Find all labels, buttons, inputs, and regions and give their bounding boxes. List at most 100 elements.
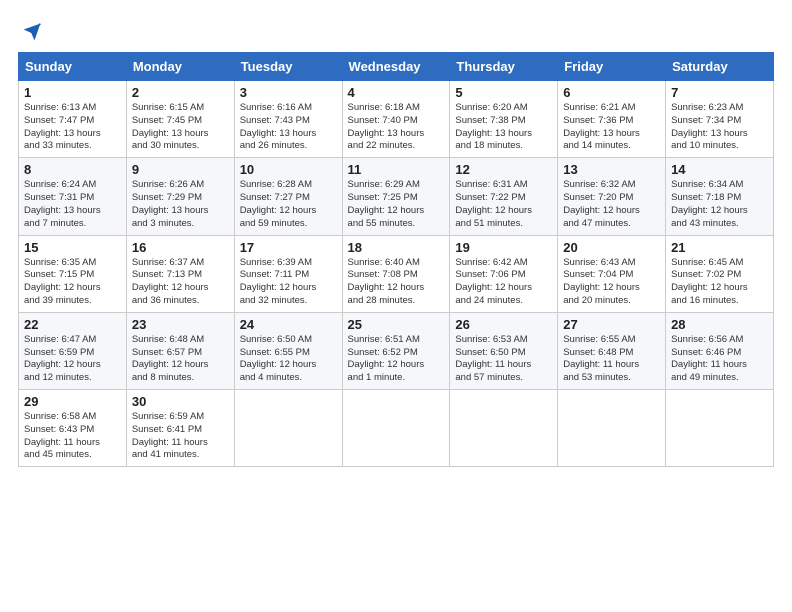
day-number: 10	[240, 162, 337, 177]
cell-info: Sunrise: 6:47 AM Sunset: 6:59 PM Dayligh…	[24, 334, 121, 385]
cell-info: Sunrise: 6:55 AM Sunset: 6:48 PM Dayligh…	[563, 334, 660, 385]
cell-info: Sunrise: 6:40 AM Sunset: 7:08 PM Dayligh…	[348, 257, 445, 308]
calendar-cell: 13 Sunrise: 6:32 AM Sunset: 7:20 PM Dayli…	[558, 158, 666, 235]
header-wednesday: Wednesday	[342, 53, 450, 81]
day-number: 9	[132, 162, 229, 177]
day-number: 3	[240, 85, 337, 100]
calendar-cell: 8 Sunrise: 6:24 AM Sunset: 7:31 PM Daylig…	[19, 158, 127, 235]
header-tuesday: Tuesday	[234, 53, 342, 81]
cell-info: Sunrise: 6:58 AM Sunset: 6:43 PM Dayligh…	[24, 411, 121, 462]
week-row-3: 15 Sunrise: 6:35 AM Sunset: 7:15 PM Dayli…	[19, 235, 774, 312]
day-number: 20	[563, 240, 660, 255]
calendar-cell	[666, 390, 774, 467]
header	[18, 18, 774, 42]
calendar-cell: 22 Sunrise: 6:47 AM Sunset: 6:59 PM Dayli…	[19, 312, 127, 389]
calendar-cell	[450, 390, 558, 467]
day-number: 26	[455, 317, 552, 332]
day-number: 22	[24, 317, 121, 332]
calendar-cell: 10Sunrise: 6:28 AM Sunset: 7:27 PM Dayli…	[234, 158, 342, 235]
calendar-cell: 23Sunrise: 6:48 AM Sunset: 6:57 PM Dayli…	[126, 312, 234, 389]
calendar-cell: 7 Sunrise: 6:23 AM Sunset: 7:34 PM Daylig…	[666, 81, 774, 158]
day-number: 7	[671, 85, 768, 100]
calendar-cell: 26 Sunrise: 6:53 AM Sunset: 6:50 PM Dayli…	[450, 312, 558, 389]
calendar-cell: 15 Sunrise: 6:35 AM Sunset: 7:15 PM Dayli…	[19, 235, 127, 312]
calendar-cell: 27 Sunrise: 6:55 AM Sunset: 6:48 PM Dayli…	[558, 312, 666, 389]
calendar-cell: 28 Sunrise: 6:56 AM Sunset: 6:46 PM Dayli…	[666, 312, 774, 389]
cell-info: Sunrise: 6:51 AM Sunset: 6:52 PM Dayligh…	[348, 334, 445, 385]
day-number: 13	[563, 162, 660, 177]
calendar-cell: 14 Sunrise: 6:34 AM Sunset: 7:18 PM Dayli…	[666, 158, 774, 235]
day-number: 4	[348, 85, 445, 100]
calendar-cell: 5 Sunrise: 6:20 AM Sunset: 7:38 PM Daylig…	[450, 81, 558, 158]
calendar-cell	[342, 390, 450, 467]
day-number: 5	[455, 85, 552, 100]
week-row-4: 22 Sunrise: 6:47 AM Sunset: 6:59 PM Dayli…	[19, 312, 774, 389]
cell-info: Sunrise: 6:50 AM Sunset: 6:55 PM Dayligh…	[240, 334, 337, 385]
cell-info: Sunrise: 6:18 AM Sunset: 7:40 PM Dayligh…	[348, 102, 445, 153]
calendar-cell: 19 Sunrise: 6:42 AM Sunset: 7:06 PM Dayli…	[450, 235, 558, 312]
day-number: 16	[132, 240, 229, 255]
cell-info: Sunrise: 6:26 AM Sunset: 7:29 PM Dayligh…	[132, 179, 229, 230]
calendar-cell: 6Sunrise: 6:21 AM Sunset: 7:36 PM Daylig…	[558, 81, 666, 158]
cell-info: Sunrise: 6:43 AM Sunset: 7:04 PM Dayligh…	[563, 257, 660, 308]
calendar-cell: 29 Sunrise: 6:58 AM Sunset: 6:43 PM Dayli…	[19, 390, 127, 467]
day-number: 23	[132, 317, 229, 332]
calendar-table: SundayMondayTuesdayWednesdayThursdayFrid…	[18, 52, 774, 467]
page: SundayMondayTuesdayWednesdayThursdayFrid…	[0, 0, 792, 612]
cell-info: Sunrise: 6:39 AM Sunset: 7:11 PM Dayligh…	[240, 257, 337, 308]
day-number: 27	[563, 317, 660, 332]
cell-info: Sunrise: 6:42 AM Sunset: 7:06 PM Dayligh…	[455, 257, 552, 308]
day-number: 19	[455, 240, 552, 255]
header-row: SundayMondayTuesdayWednesdayThursdayFrid…	[19, 53, 774, 81]
day-number: 6	[563, 85, 660, 100]
cell-info: Sunrise: 6:59 AM Sunset: 6:41 PM Dayligh…	[132, 411, 229, 462]
calendar-cell	[558, 390, 666, 467]
calendar-cell: 17Sunrise: 6:39 AM Sunset: 7:11 PM Dayli…	[234, 235, 342, 312]
day-number: 30	[132, 394, 229, 409]
calendar-cell: 21Sunrise: 6:45 AM Sunset: 7:02 PM Dayli…	[666, 235, 774, 312]
cell-info: Sunrise: 6:37 AM Sunset: 7:13 PM Dayligh…	[132, 257, 229, 308]
week-row-1: 1 Sunrise: 6:13 AM Sunset: 7:47 PM Daylig…	[19, 81, 774, 158]
calendar-cell: 11 Sunrise: 6:29 AM Sunset: 7:25 PM Dayli…	[342, 158, 450, 235]
day-number: 11	[348, 162, 445, 177]
cell-info: Sunrise: 6:53 AM Sunset: 6:50 PM Dayligh…	[455, 334, 552, 385]
cell-info: Sunrise: 6:29 AM Sunset: 7:25 PM Dayligh…	[348, 179, 445, 230]
day-number: 28	[671, 317, 768, 332]
cell-info: Sunrise: 6:35 AM Sunset: 7:15 PM Dayligh…	[24, 257, 121, 308]
calendar-cell: 25 Sunrise: 6:51 AM Sunset: 6:52 PM Dayli…	[342, 312, 450, 389]
day-number: 14	[671, 162, 768, 177]
week-row-5: 29 Sunrise: 6:58 AM Sunset: 6:43 PM Dayli…	[19, 390, 774, 467]
calendar-cell: 1 Sunrise: 6:13 AM Sunset: 7:47 PM Daylig…	[19, 81, 127, 158]
logo-bird-icon	[22, 22, 42, 42]
cell-info: Sunrise: 6:24 AM Sunset: 7:31 PM Dayligh…	[24, 179, 121, 230]
cell-info: Sunrise: 6:31 AM Sunset: 7:22 PM Dayligh…	[455, 179, 552, 230]
calendar-cell: 18 Sunrise: 6:40 AM Sunset: 7:08 PM Dayli…	[342, 235, 450, 312]
header-monday: Monday	[126, 53, 234, 81]
cell-info: Sunrise: 6:20 AM Sunset: 7:38 PM Dayligh…	[455, 102, 552, 153]
day-number: 15	[24, 240, 121, 255]
calendar-cell: 24Sunrise: 6:50 AM Sunset: 6:55 PM Dayli…	[234, 312, 342, 389]
header-saturday: Saturday	[666, 53, 774, 81]
day-number: 8	[24, 162, 121, 177]
header-thursday: Thursday	[450, 53, 558, 81]
header-friday: Friday	[558, 53, 666, 81]
day-number: 18	[348, 240, 445, 255]
day-number: 1	[24, 85, 121, 100]
day-number: 2	[132, 85, 229, 100]
cell-info: Sunrise: 6:23 AM Sunset: 7:34 PM Dayligh…	[671, 102, 768, 153]
calendar-cell: 12Sunrise: 6:31 AM Sunset: 7:22 PM Dayli…	[450, 158, 558, 235]
calendar-cell: 20 Sunrise: 6:43 AM Sunset: 7:04 PM Dayli…	[558, 235, 666, 312]
day-number: 25	[348, 317, 445, 332]
week-row-2: 8 Sunrise: 6:24 AM Sunset: 7:31 PM Daylig…	[19, 158, 774, 235]
cell-info: Sunrise: 6:15 AM Sunset: 7:45 PM Dayligh…	[132, 102, 229, 153]
cell-info: Sunrise: 6:32 AM Sunset: 7:20 PM Dayligh…	[563, 179, 660, 230]
cell-info: Sunrise: 6:56 AM Sunset: 6:46 PM Dayligh…	[671, 334, 768, 385]
calendar-cell: 4 Sunrise: 6:18 AM Sunset: 7:40 PM Daylig…	[342, 81, 450, 158]
header-sunday: Sunday	[19, 53, 127, 81]
cell-info: Sunrise: 6:34 AM Sunset: 7:18 PM Dayligh…	[671, 179, 768, 230]
cell-info: Sunrise: 6:13 AM Sunset: 7:47 PM Dayligh…	[24, 102, 121, 153]
logo	[18, 22, 44, 42]
day-number: 21	[671, 240, 768, 255]
day-number: 29	[24, 394, 121, 409]
calendar-cell: 2 Sunrise: 6:15 AM Sunset: 7:45 PM Daylig…	[126, 81, 234, 158]
